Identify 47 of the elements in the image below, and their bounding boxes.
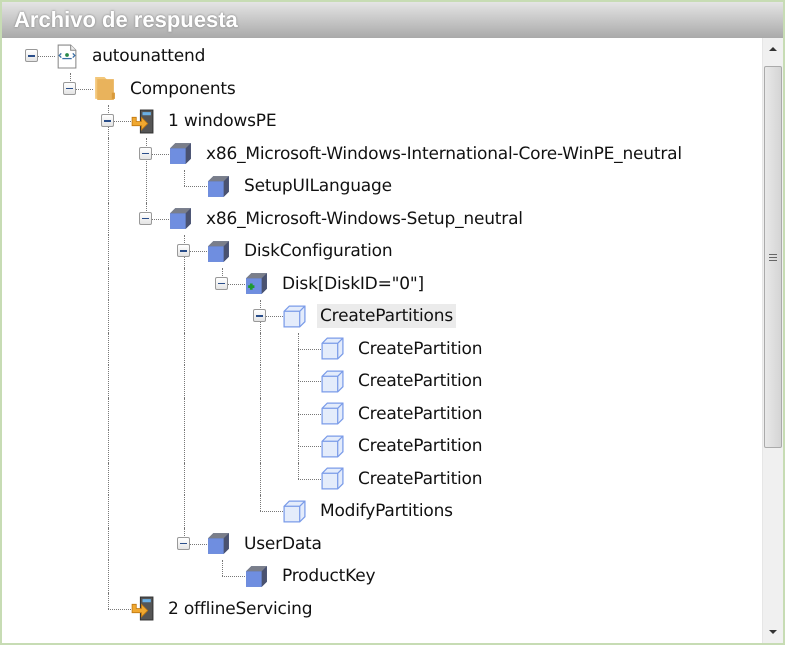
expander-button[interactable] xyxy=(63,82,76,95)
server-arrow-icon xyxy=(130,108,155,134)
expander-button[interactable] xyxy=(177,244,190,258)
vertical-scrollbar[interactable] xyxy=(762,38,783,643)
cube-icon xyxy=(168,141,193,166)
tree-node[interactable]: DiskConfiguration xyxy=(241,239,396,264)
tree-node[interactable]: CreatePartition xyxy=(355,466,486,491)
tree-node[interactable]: x86_Microsoft-Windows-International-Core-WinPE_neutral xyxy=(203,142,685,166)
tree-node[interactable]: SetupUILanguage xyxy=(241,174,395,198)
tree-node[interactable]: CreatePartition xyxy=(355,402,486,426)
cube-outline-icon xyxy=(320,368,345,394)
tree-node[interactable]: 1 windowsPE xyxy=(165,109,280,134)
expander-button[interactable] xyxy=(139,212,152,225)
tree-node[interactable]: CreatePartition xyxy=(355,336,486,361)
tree-node[interactable]: Disk[DiskID="0"] xyxy=(279,272,427,296)
tree-node[interactable]: ProductKey xyxy=(279,564,378,588)
expander-button[interactable] xyxy=(177,536,190,550)
tree-node[interactable]: UserData xyxy=(241,532,325,556)
cube-icon xyxy=(168,206,193,232)
cube-outline-icon xyxy=(320,336,345,362)
expander-button[interactable] xyxy=(101,114,114,128)
expander-button[interactable] xyxy=(25,49,38,62)
folder-icon xyxy=(92,76,117,102)
cube-outline-icon xyxy=(320,401,345,426)
expander-button[interactable] xyxy=(139,146,152,160)
cube-icon xyxy=(244,564,269,589)
server-arrow-icon xyxy=(130,596,155,622)
cube-plus-icon xyxy=(244,271,269,296)
tree-node[interactable]: ModifyPartitions xyxy=(317,499,456,524)
cube-outline-icon xyxy=(282,498,307,524)
tree-node[interactable]: Components xyxy=(127,76,239,101)
expander-button[interactable] xyxy=(215,276,228,290)
cube-outline-icon xyxy=(320,466,345,492)
tree-node[interactable]: x86_Microsoft-Windows-Setup_neutral xyxy=(203,206,526,231)
cube-icon xyxy=(206,531,231,556)
cube-icon xyxy=(206,174,231,199)
expander-button[interactable] xyxy=(253,309,266,322)
cube-outline-icon xyxy=(282,304,307,329)
tree-node[interactable]: CreatePartition xyxy=(355,434,486,458)
cube-outline-icon xyxy=(320,434,345,459)
cube-icon xyxy=(206,238,231,264)
tree-node[interactable]: autounattend xyxy=(89,44,208,68)
tree-node[interactable]: 2 offlineServicing xyxy=(165,596,316,621)
tree-node[interactable]: CreatePartitions xyxy=(317,304,456,328)
panel-title: Archivo de respuesta xyxy=(14,7,238,33)
tree-node[interactable]: CreatePartition xyxy=(355,369,486,394)
scrollbar-thumb[interactable] xyxy=(764,66,782,448)
